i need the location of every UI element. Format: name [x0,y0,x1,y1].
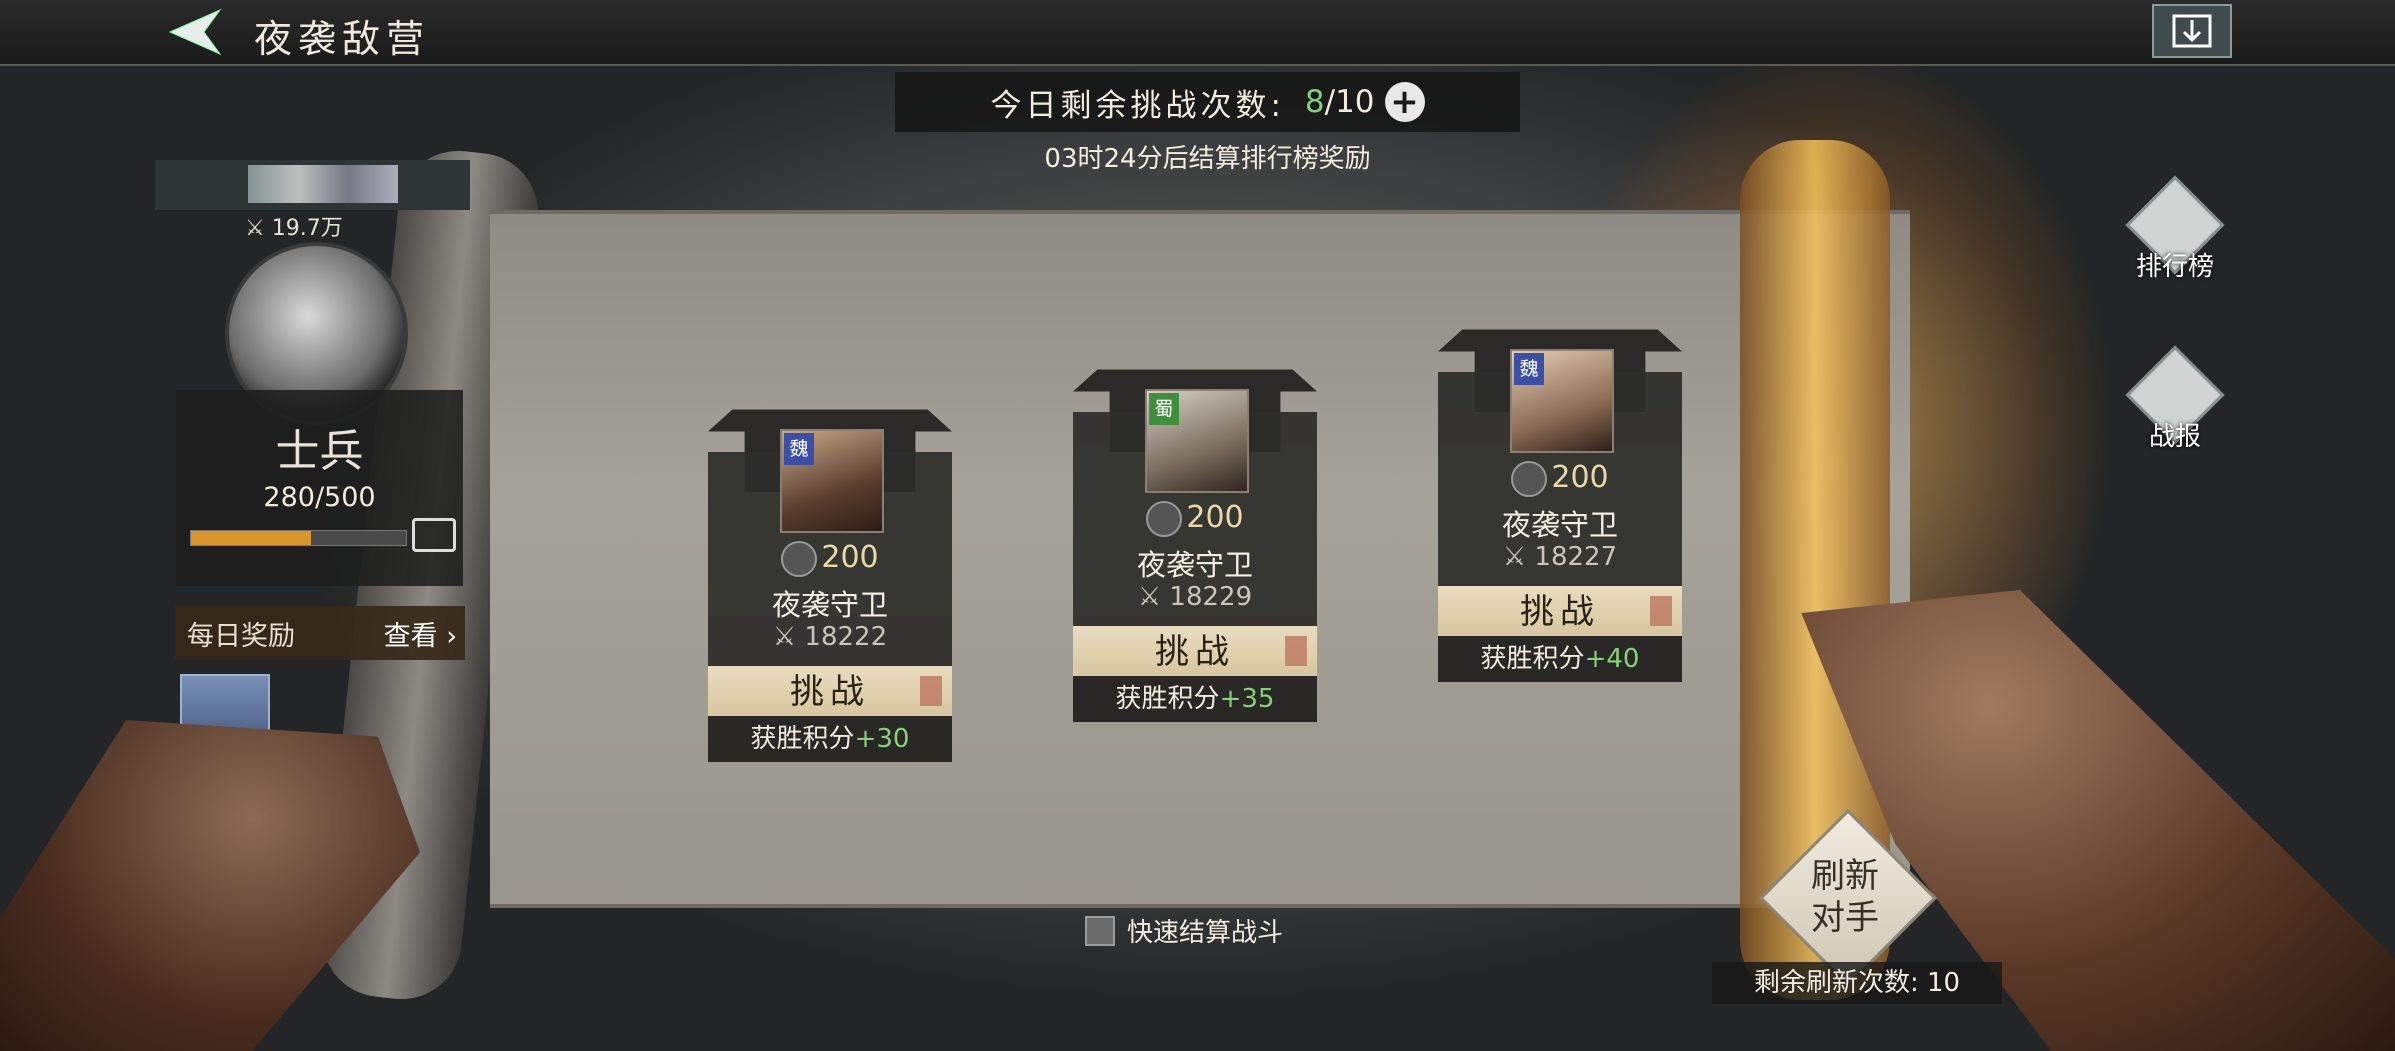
win-bonus: +30 [854,724,910,754]
player-power: ⚔ 19.7万 [245,210,343,242]
chest-icon[interactable] [412,518,456,552]
battle-report-label: 战报 [2148,422,2201,452]
download-icon[interactable] [2152,4,2232,58]
opponent-power: ⚔ 18222 [772,622,888,652]
page-title: 夜袭敌营 [254,17,431,61]
win-label: 获胜积分 [1115,684,1220,714]
top-bar: 夜袭敌营 [0,0,2395,66]
challenge-button[interactable]: 挑战 [708,666,952,716]
win-bonus: +40 [1584,644,1640,674]
opponent-power-value: 18222 [804,622,888,652]
refresh-label-line1: 刷新 [1811,856,1879,896]
opponent-portrait[interactable]: 魏 [780,429,884,533]
challenge-total: /10 [1324,84,1375,120]
opponent-power: ⚔ 18229 [1137,582,1253,612]
seal-icon [1650,596,1672,626]
opponent-level: 200 [708,540,952,577]
opponent-name: 夜袭守卫 [771,588,888,622]
refresh-remaining-label: 剩余刷新次数: [1753,968,1919,998]
level-icon [1146,500,1183,537]
rank-progress-text: 280/500 [263,482,376,513]
chevron-right-icon: › [446,620,457,652]
quick-settle-checkbox[interactable] [1085,915,1115,946]
win-points: 获胜积分+35 [1073,676,1317,722]
power-icon: ⚔ [245,216,265,241]
faction-badge: 蜀 [1149,393,1179,425]
back-button[interactable] [160,6,230,58]
view-button[interactable]: 查看 › [384,614,457,653]
level-value: 200 [1186,500,1244,535]
seal-icon [1285,636,1307,666]
win-label: 获胜积分 [750,724,855,754]
rank-panel: 士兵 280/500 [176,390,463,586]
left-hand [0,720,420,1051]
rank-progress-bar [190,530,407,546]
level-icon [781,540,818,577]
win-bonus: +35 [1219,684,1275,714]
opponent-name: 夜袭守卫 [1501,508,1618,542]
win-label: 获胜积分 [1480,644,1585,674]
quick-settle-toggle[interactable]: 快速结算战斗 [1085,912,1283,949]
player-power-value: 19.7万 [271,216,343,241]
level-icon [1511,460,1548,497]
opponent-portrait[interactable]: 蜀 [1145,389,1249,493]
ranking-label: 排行榜 [2135,252,2214,282]
challenge-label: 挑战 [1155,632,1235,672]
opponent-level: 200 [1073,500,1317,537]
opponent-name: 夜袭守卫 [1136,548,1253,582]
refresh-remaining-value: 10 [1926,968,1961,998]
player-name-blurred [248,165,398,203]
opponent-power-value: 18229 [1169,582,1253,612]
battle-report-button[interactable]: 战报 [2110,345,2240,460]
daily-reward-row[interactable]: 每日奖励 查看 › [175,606,465,660]
daily-reward-label: 每日奖励 [187,620,295,652]
refresh-opponents-label[interactable]: 刷新 对手 [1783,855,1907,939]
level-value: 200 [1551,460,1609,495]
challenge-button[interactable]: 挑战 [1438,586,1682,636]
challenge-label: 挑战 [790,672,870,712]
refresh-remaining: 剩余刷新次数: 10 [1712,962,2002,1004]
back-arrow-icon [168,8,222,56]
faction-badge: 魏 [784,433,814,465]
view-label: 查看 [383,620,438,652]
add-challenge-button[interactable]: + [1384,82,1425,122]
challenge-label: 挑战 [1520,592,1600,632]
challenge-counter-label: 今日剩余挑战次数: [990,87,1285,124]
opponent-portrait[interactable]: 魏 [1510,349,1614,453]
challenge-current: 8 [1304,84,1325,120]
faction-badge: 魏 [1514,353,1544,385]
rank-progress-fill [191,531,312,545]
opponent-power: ⚔ 18227 [1502,542,1618,572]
level-value: 200 [821,540,879,575]
seal-icon [920,676,942,706]
opponent-level: 200 [1438,460,1682,497]
quick-settle-label: 快速结算战斗 [1127,918,1284,948]
settle-countdown: 03时24分后结算排行榜奖励 [1044,144,1371,174]
refresh-label-line2: 对手 [1811,898,1879,938]
challenge-counter: 今日剩余挑战次数: 8 /10 + [895,72,1520,132]
challenge-button[interactable]: 挑战 [1073,626,1317,676]
ranking-button[interactable]: 排行榜 [2110,175,2240,290]
opponent-power-value: 18227 [1534,542,1618,572]
win-points: 获胜积分+40 [1438,636,1682,682]
win-points: 获胜积分+30 [708,716,952,762]
rank-name: 士兵 [275,426,364,477]
